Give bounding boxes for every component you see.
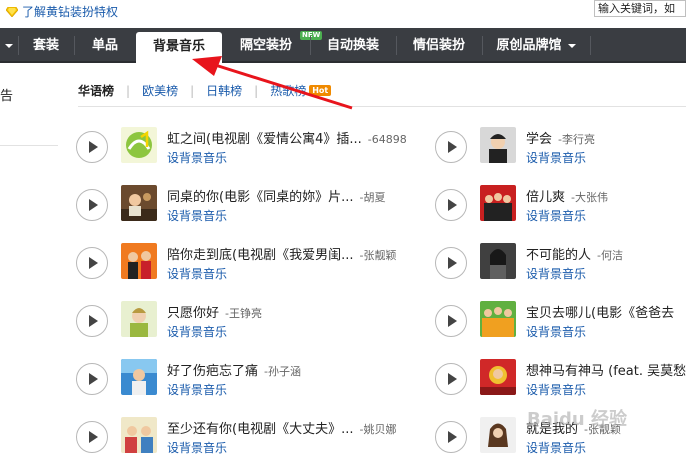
play-icon[interactable] xyxy=(76,247,108,279)
play-icon[interactable] xyxy=(76,189,108,221)
song-row: 虹之间(电视剧《爱情公寓4》插... -64898 设背景音乐 xyxy=(76,127,426,171)
set-bg-music-link[interactable]: 设背景音乐 xyxy=(167,207,227,224)
song-artist: -64898 xyxy=(367,133,407,146)
album-cover xyxy=(480,417,516,453)
set-bg-music-link[interactable]: 设背景音乐 xyxy=(167,323,227,340)
album-cover xyxy=(121,243,157,279)
chevron-down-icon xyxy=(567,43,576,48)
song-title[interactable]: 宝贝去哪儿(电影《爸爸去 xyxy=(526,302,680,321)
album-cover xyxy=(121,417,157,453)
album-cover xyxy=(480,301,516,337)
song-row: 好了伤疤忘了痛 -孙子涵 设背景音乐 xyxy=(76,359,426,403)
watermark: Baidu 经验 xyxy=(527,409,628,430)
play-icon[interactable] xyxy=(435,305,467,337)
left-panel-text: 告 xyxy=(0,89,14,104)
album-cover xyxy=(121,127,157,163)
subtab-hot[interactable]: 热歌榜 xyxy=(270,82,306,99)
play-icon[interactable] xyxy=(435,131,467,163)
nav-more-left[interactable] xyxy=(0,28,18,63)
song-artist: -姚贝娜 xyxy=(359,423,397,436)
song-artist: -王铮亮 xyxy=(225,307,262,320)
chart-tabs: 华语榜 | 欧美榜 | 日韩榜 | 热歌榜 Hot xyxy=(78,82,332,99)
set-bg-music-link[interactable]: 设背景音乐 xyxy=(526,149,586,166)
play-icon[interactable] xyxy=(76,363,108,395)
top-strip: 了解黄钻装扮特权 输入关键词，如 xyxy=(0,0,686,28)
set-bg-music-link[interactable]: 设背景音乐 xyxy=(167,381,227,398)
set-bg-music-link[interactable]: 设背景音乐 xyxy=(167,265,227,282)
play-icon[interactable] xyxy=(76,131,108,163)
nav-tab-single[interactable]: 单品 xyxy=(74,28,136,63)
left-panel: 告 xyxy=(0,65,60,463)
song-title[interactable]: 同桌的你(电影《同桌的妳》片... -胡夏 xyxy=(167,186,385,205)
search-input[interactable]: 输入关键词，如 xyxy=(594,0,686,17)
main-nav: 套装 单品 背景音乐 隔空装扮 NEW 自动换装 情侣装扮 原创品牌馆 xyxy=(0,28,686,63)
song-title[interactable]: 想神马有神马 (feat. 吴莫愁 xyxy=(526,360,686,379)
play-icon[interactable] xyxy=(76,305,108,337)
nav-tab-suit[interactable]: 套装 xyxy=(18,28,74,63)
song-row: 倍儿爽 -大张伟 设背景音乐 xyxy=(435,185,686,229)
vip-privilege-link[interactable]: 了解黄钻装扮特权 xyxy=(6,3,118,20)
song-title[interactable]: 虹之间(电视剧《爱情公寓4》插... -64898 xyxy=(167,128,407,147)
search-placeholder: 输入关键词，如 xyxy=(598,2,675,15)
set-bg-music-link[interactable]: 设背景音乐 xyxy=(526,323,586,340)
song-row: 宝贝去哪儿(电影《爸爸去 设背景音乐 xyxy=(435,301,686,345)
song-row: 不可能的人 -何洁 设背景音乐 xyxy=(435,243,686,287)
song-row: 只愿你好 -王铮亮 设背景音乐 xyxy=(76,301,426,345)
song-title[interactable]: 好了伤疤忘了痛 -孙子涵 xyxy=(167,360,301,379)
song-row: 同桌的你(电影《同桌的妳》片... -胡夏 设背景音乐 xyxy=(76,185,426,229)
song-row: 陪你走到底(电视剧《我爱男闺... -张靓颖 设背景音乐 xyxy=(76,243,426,287)
yellow-diamond-icon xyxy=(6,6,18,17)
play-icon[interactable] xyxy=(435,247,467,279)
subtab-western[interactable]: 欧美榜 xyxy=(142,82,178,99)
subtab-chinese[interactable]: 华语榜 xyxy=(78,82,114,99)
nav-tab-auto-change[interactable]: 自动换装 xyxy=(310,28,396,63)
album-cover xyxy=(480,243,516,279)
album-cover xyxy=(480,127,516,163)
song-title[interactable]: 陪你走到底(电视剧《我爱男闺... -张靓颖 xyxy=(167,244,396,263)
vip-link-label: 了解黄钻装扮特权 xyxy=(22,5,119,19)
set-bg-music-link[interactable]: 设背景音乐 xyxy=(167,439,227,456)
set-bg-music-link[interactable]: 设背景音乐 xyxy=(526,381,586,398)
song-title[interactable]: 不可能的人 -何洁 xyxy=(526,244,623,263)
album-cover xyxy=(480,359,516,395)
play-icon[interactable] xyxy=(76,421,108,453)
song-artist: -李行亮 xyxy=(558,133,595,146)
song-row: 学会 -李行亮 设背景音乐 xyxy=(435,127,686,171)
song-artist: -大张伟 xyxy=(571,191,608,204)
song-title[interactable]: 倍儿爽 -大张伟 xyxy=(526,186,608,205)
nav-tab-original-brand-label: 原创品牌馆 xyxy=(496,38,562,53)
song-artist: -孙子涵 xyxy=(264,365,301,378)
nav-tab-bg-music[interactable]: 背景音乐 xyxy=(136,32,222,63)
divider xyxy=(78,106,686,107)
nav-tab-original-brand[interactable]: 原创品牌馆 xyxy=(482,28,590,63)
song-artist: -胡夏 xyxy=(359,191,386,204)
song-title[interactable]: 只愿你好 -王铮亮 xyxy=(167,302,262,321)
nav-tab-couple[interactable]: 情侣装扮 xyxy=(396,28,482,63)
play-icon[interactable] xyxy=(435,189,467,221)
song-title[interactable]: 至少还有你(电视剧《大丈夫》... -姚贝娜 xyxy=(167,418,396,437)
set-bg-music-link[interactable]: 设背景音乐 xyxy=(526,439,586,456)
divider xyxy=(0,145,58,146)
song-title[interactable]: 学会 -李行亮 xyxy=(526,128,595,147)
song-artist: -张靓颖 xyxy=(359,249,397,262)
subtab-jpkr[interactable]: 日韩榜 xyxy=(206,82,242,99)
album-cover xyxy=(121,301,157,337)
song-artist: -何洁 xyxy=(597,249,623,262)
set-bg-music-link[interactable]: 设背景音乐 xyxy=(167,149,227,166)
album-cover xyxy=(121,359,157,395)
song-row: 想神马有神马 (feat. 吴莫愁 设背景音乐 xyxy=(435,359,686,403)
set-bg-music-link[interactable]: 设背景音乐 xyxy=(526,265,586,282)
nav-tab-remote-dress[interactable]: 隔空装扮 xyxy=(222,28,310,63)
album-cover xyxy=(121,185,157,221)
hot-badge: Hot xyxy=(309,85,332,96)
play-icon[interactable] xyxy=(435,421,467,453)
song-row: 至少还有你(电视剧《大丈夫》... -姚贝娜 设背景音乐 xyxy=(76,417,426,461)
set-bg-music-link[interactable]: 设背景音乐 xyxy=(526,207,586,224)
play-icon[interactable] xyxy=(435,363,467,395)
album-cover xyxy=(480,185,516,221)
